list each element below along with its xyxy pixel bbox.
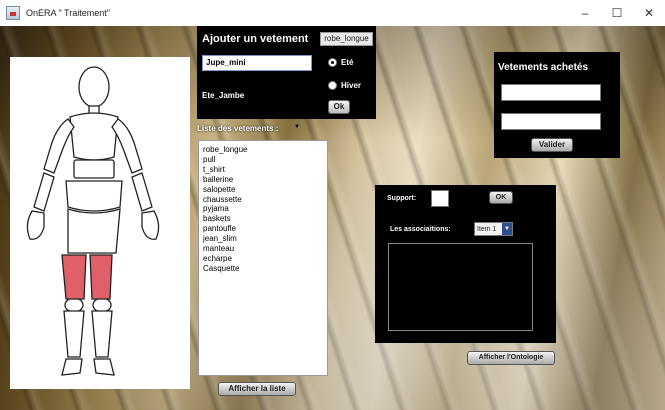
list-item[interactable]: robe_longue	[203, 145, 327, 155]
show-list-button[interactable]: Afficher la liste	[218, 382, 296, 396]
mannequin-right-forearm[interactable]	[131, 172, 153, 212]
bought-clothes-title: Vetements achetés	[498, 62, 589, 73]
maximize-button[interactable]: ☐	[607, 4, 627, 22]
mannequin-hips[interactable]	[65, 180, 123, 212]
window-title: OnERA " Traitement"	[26, 8, 110, 18]
mannequin-waist[interactable]	[73, 159, 115, 179]
mannequin-left-thigh[interactable]	[61, 254, 87, 300]
mannequin-right-thigh[interactable]	[89, 254, 113, 300]
mannequin-left-shin[interactable]	[63, 310, 85, 358]
mannequin-right-foot[interactable]	[93, 358, 115, 376]
support-label: Support:	[387, 195, 417, 202]
java-app-icon	[6, 6, 20, 20]
mannequin-left-foot[interactable]	[61, 358, 83, 376]
title-bar: OnERA " Traitement" – ☐ ✕	[0, 0, 665, 26]
mannequin-left-forearm[interactable]	[33, 172, 55, 212]
clothing-combo[interactable]: robe_longue	[320, 32, 373, 46]
list-item[interactable]: pantoufle	[203, 224, 327, 234]
add-clothing-panel: Ajouter un vetement robe_longue Jupe_min…	[197, 26, 376, 119]
radio-summer[interactable]: Eté	[328, 56, 373, 68]
associations-select[interactable]: Item 1 ▼	[474, 222, 513, 236]
list-item[interactable]: salopette	[203, 185, 327, 195]
list-item[interactable]: Casquette	[203, 264, 327, 274]
associations-select-value: Item 1	[477, 225, 497, 233]
list-item[interactable]: baskets	[203, 214, 327, 224]
clothing-name-input[interactable]: Jupe_mini	[202, 55, 312, 71]
list-item[interactable]: echarpe	[203, 254, 327, 264]
chevron-down-icon[interactable]: ▼	[502, 223, 512, 235]
mannequin-right-knee[interactable]	[92, 297, 112, 313]
show-ontology-button[interactable]: Afficher l'Ontologie	[467, 351, 555, 365]
mannequin-figure	[26, 66, 160, 376]
list-item[interactable]: pyjama	[203, 204, 327, 214]
bought-field-2[interactable]	[501, 113, 601, 130]
mannequin-right-hand[interactable]	[141, 210, 160, 240]
validate-button[interactable]: Valider	[531, 138, 573, 152]
radio-winter-dot[interactable]	[328, 80, 337, 90]
clothes-list[interactable]: robe_longue pull t_shirt ballerine salop…	[198, 140, 328, 376]
radio-summer-label: Eté	[341, 57, 354, 67]
bought-clothes-panel: Vetements achetés Valider	[494, 52, 620, 158]
mannequin-right-upper-arm[interactable]	[111, 118, 143, 174]
mannequin-panel	[10, 57, 190, 389]
radio-winter[interactable]: Hiver	[328, 79, 373, 91]
mannequin-pelvis[interactable]	[67, 208, 121, 254]
list-caret-icon: ▼	[294, 124, 300, 130]
list-item[interactable]: pull	[203, 155, 327, 165]
mannequin-right-shin[interactable]	[91, 310, 113, 358]
list-item[interactable]: ballerine	[203, 175, 327, 185]
mannequin-left-knee[interactable]	[64, 297, 84, 313]
list-item[interactable]: chaussette	[203, 195, 327, 205]
category-label: Ete_Jambe	[202, 91, 245, 100]
associations-panel: Support: OK Les associaitions: Item 1 ▼	[375, 185, 556, 343]
associations-list[interactable]	[388, 243, 533, 331]
list-item[interactable]: t_shirt	[203, 165, 327, 175]
add-clothing-title: Ajouter un vetement	[202, 33, 309, 45]
add-ok-button[interactable]: Ok	[328, 100, 350, 114]
mannequin-head[interactable]	[78, 66, 110, 108]
clothes-list-caption: Liste des vetements :	[197, 124, 279, 133]
mannequin-left-hand[interactable]	[26, 210, 45, 240]
list-item[interactable]: jean_slim	[203, 234, 327, 244]
associations-label: Les associaitions:	[390, 226, 451, 233]
mannequin-torso[interactable]	[69, 112, 119, 161]
mannequin-left-upper-arm[interactable]	[43, 118, 75, 174]
radio-winter-label: Hiver	[341, 80, 362, 90]
minimize-button[interactable]: –	[575, 4, 595, 22]
support-input[interactable]	[431, 190, 449, 207]
support-ok-button[interactable]: OK	[489, 191, 513, 204]
radio-summer-dot[interactable]	[328, 57, 337, 67]
close-button[interactable]: ✕	[639, 4, 659, 22]
bought-field-1[interactable]	[501, 84, 601, 101]
list-item[interactable]: manteau	[203, 244, 327, 254]
